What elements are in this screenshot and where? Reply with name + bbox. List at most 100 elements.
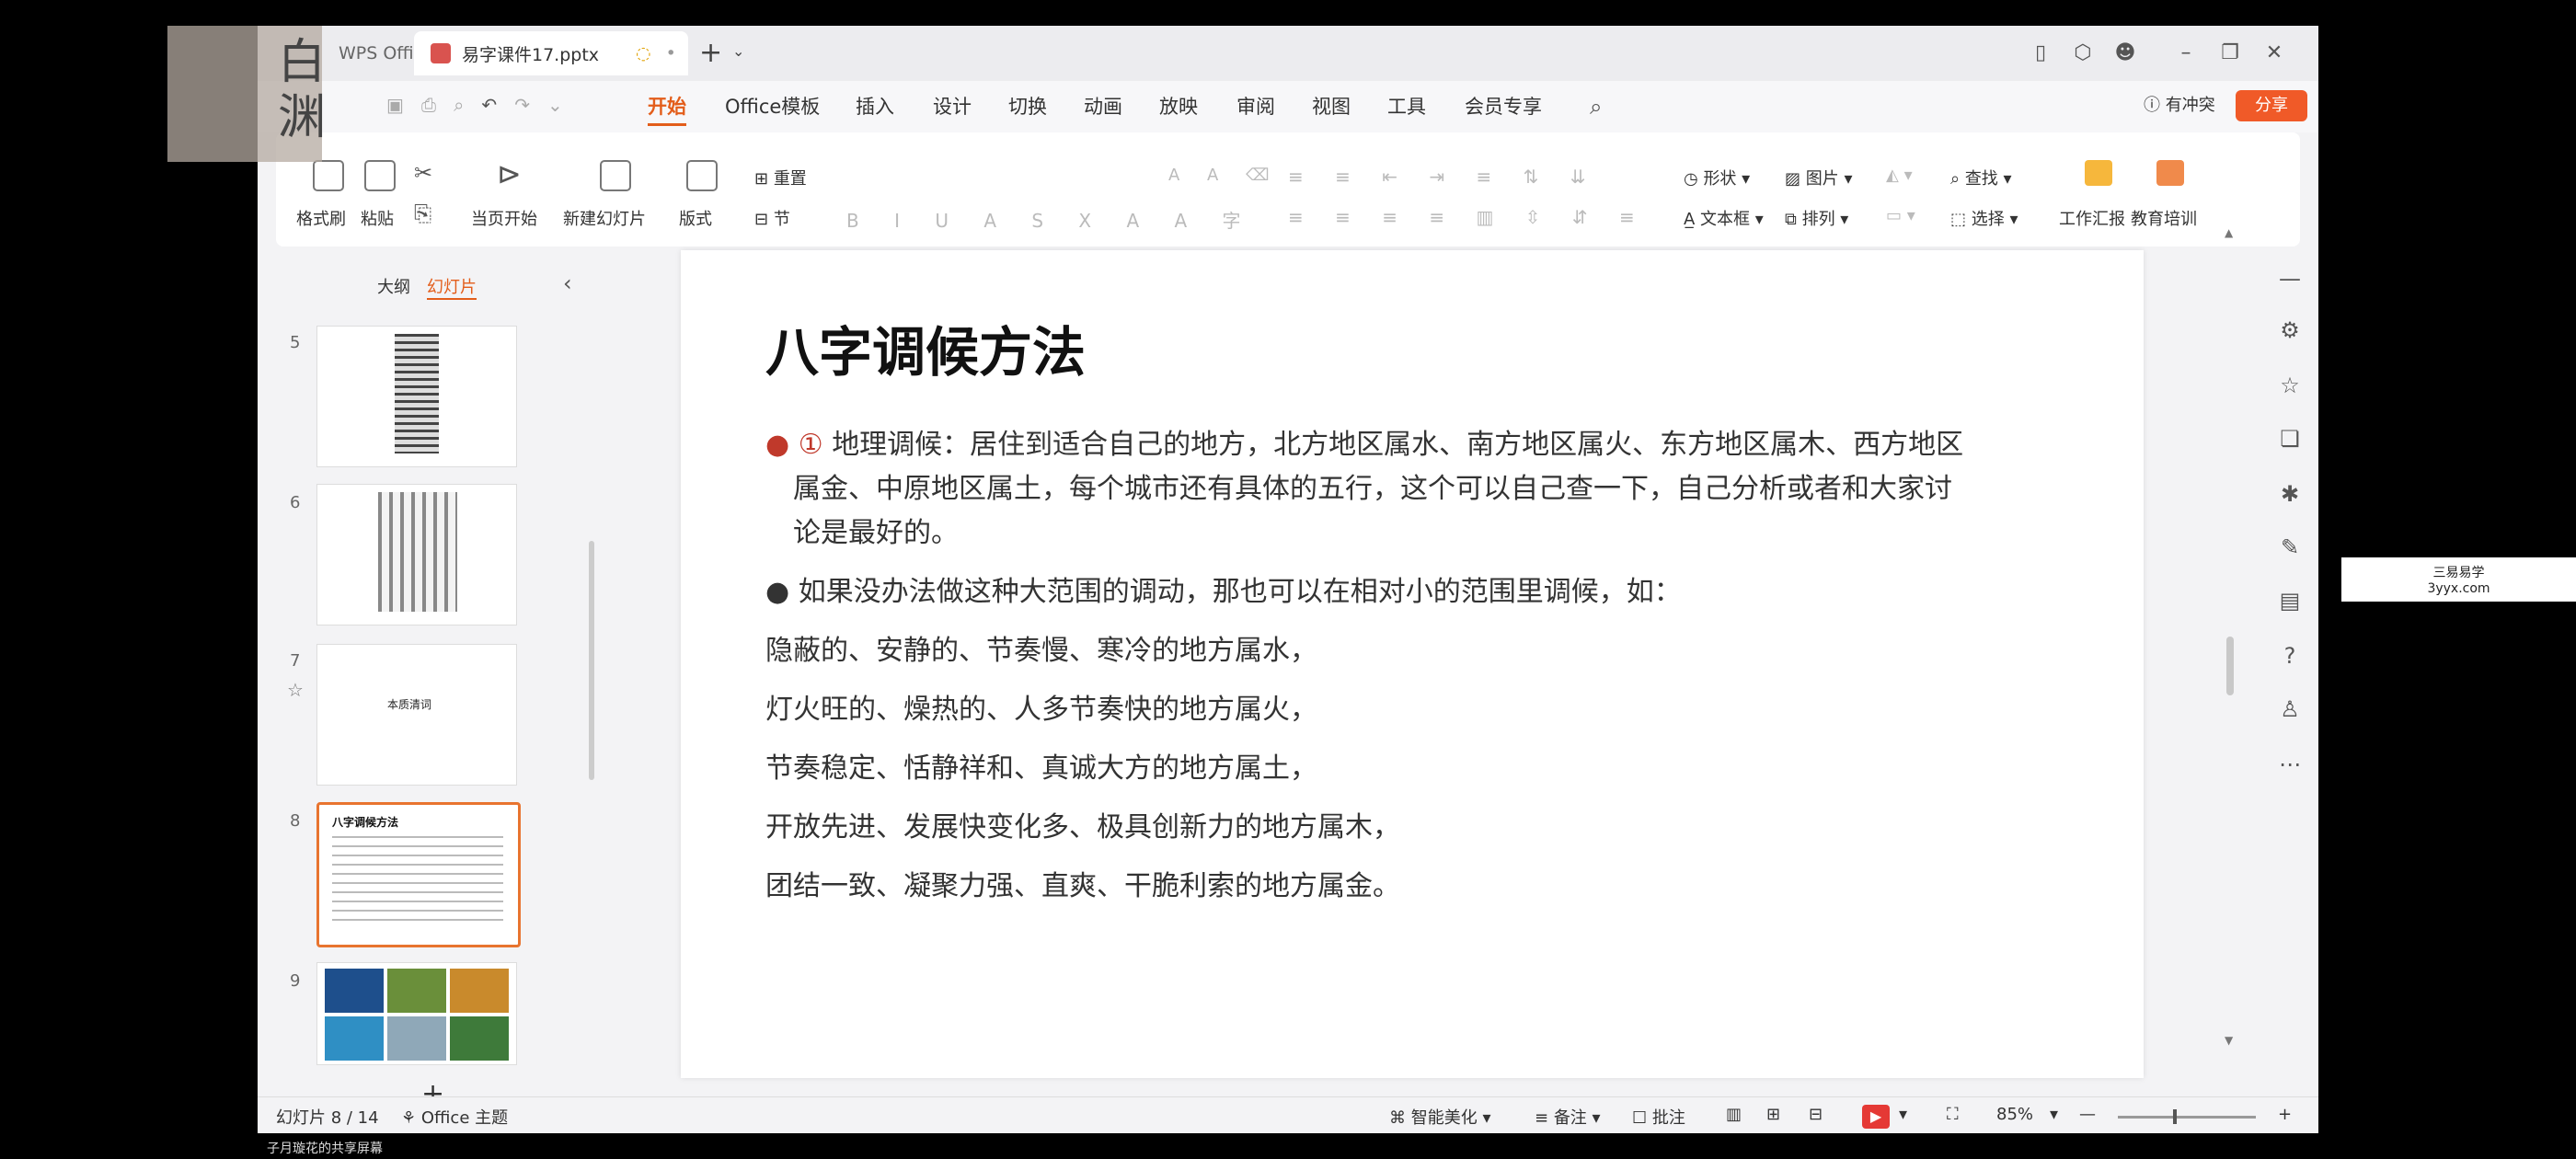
menu-transition[interactable]: 切换 <box>1008 90 1047 123</box>
section-button[interactable]: ⊟ 节 <box>754 206 790 230</box>
more-chevron-icon[interactable]: ⌄ <box>547 94 563 116</box>
layout-icon[interactable] <box>686 160 718 191</box>
star-icon[interactable]: ☆ <box>287 679 304 701</box>
menu-animation[interactable]: 动画 <box>1084 90 1122 123</box>
collapse-panel-icon[interactable]: ‹ <box>563 270 572 296</box>
body-line-earth[interactable]: 节奏稳定、恬静祥和、真诚大方的地方属土， <box>765 747 1317 791</box>
menu-membership[interactable]: 会员专享 <box>1465 90 1542 123</box>
menu-home[interactable]: 开始 <box>648 90 686 126</box>
menu-view[interactable]: 视图 <box>1312 90 1351 123</box>
body-line-wood[interactable]: 开放先进、发展快变化多、极具创新力的地方属木， <box>765 806 1400 850</box>
shape-button[interactable]: ◷ 形状 ▾ <box>1684 166 1750 189</box>
slide-thumbnail-7[interactable]: 本质清词 <box>316 644 517 786</box>
menu-slideshow[interactable]: 放映 <box>1159 90 1198 123</box>
tab-document[interactable]: 易字课件17.pptx ◌ • <box>414 31 688 75</box>
edu-training-icon[interactable] <box>2156 160 2184 186</box>
copy-icon[interactable]: ⎘ <box>414 201 431 226</box>
collapse-icon[interactable]: — <box>2276 265 2304 293</box>
tools-icon[interactable]: ✎ <box>2276 534 2304 561</box>
notes-button[interactable]: ≡ 备注 ▾ <box>1535 1105 1601 1129</box>
minimize-icon[interactable]: – <box>2171 39 2201 68</box>
undo-icon[interactable]: ↶ <box>481 94 497 116</box>
menu-review[interactable]: 审阅 <box>1236 90 1275 123</box>
slide-thumbnail-9[interactable] <box>316 962 517 1065</box>
work-report-button[interactable]: 工作汇报 <box>2059 206 2125 230</box>
chevron-down-icon[interactable]: ⌄ <box>732 42 744 60</box>
panel-scrollbar[interactable] <box>589 541 594 780</box>
fit-window-icon[interactable]: ⛶ <box>1947 1105 1959 1124</box>
tab-close-dot[interactable]: • <box>666 43 676 63</box>
zoom-out-button[interactable]: — <box>2079 1105 2096 1124</box>
menu-insert[interactable]: 插入 <box>856 90 894 123</box>
scroll-up-icon[interactable]: ▲ <box>2225 226 2233 239</box>
preview-icon[interactable]: ⌕ <box>454 94 464 116</box>
fill-icon[interactable]: ◭ ▾ <box>1886 166 1913 185</box>
restore-icon[interactable]: ❐ <box>2215 39 2245 68</box>
work-report-icon[interactable] <box>2085 160 2112 186</box>
zoom-slider[interactable] <box>2118 1116 2256 1119</box>
beautify-button[interactable]: ⌘ 智能美化 ▾ <box>1389 1105 1491 1129</box>
play-from-current-button[interactable]: 当页开始 <box>471 206 537 230</box>
slide-thumbnail-5[interactable] <box>316 326 517 467</box>
cube-icon[interactable]: ⬡ <box>2068 39 2098 68</box>
book-icon[interactable]: ▤ <box>2276 587 2304 614</box>
new-slide-icon[interactable] <box>600 160 631 191</box>
menu-office-templates[interactable]: Office模板 <box>725 90 820 123</box>
edu-training-button[interactable]: 教育培训 <box>2131 206 2197 230</box>
picture-button[interactable]: ▨ 图片 ▾ <box>1785 166 1853 189</box>
print-icon[interactable]: ⎙ <box>421 94 436 116</box>
copy-pages-icon[interactable]: ❏ <box>2276 425 2304 453</box>
play-circle-icon[interactable]: ⊳ <box>497 156 522 191</box>
format-brush-button[interactable]: 格式刷 <box>296 206 346 230</box>
scroll-down-icon[interactable]: ▼ <box>2225 1034 2233 1047</box>
slide-thumbnail-8[interactable]: 八字调候方法 <box>316 802 521 947</box>
sorter-view-icon[interactable]: ⊞ <box>1766 1105 1780 1124</box>
bullet-1-line2[interactable]: 属金、中原地区属土，每个城市还有具体的五行，这个可以自己查一下，自己分析或者和大… <box>793 467 1952 511</box>
star-icon[interactable]: ☆ <box>2276 372 2304 399</box>
reading-view-icon[interactable]: ⊟ <box>1809 1105 1823 1124</box>
settings-sliders-icon[interactable]: ⚙ <box>2276 316 2304 344</box>
share-button[interactable]: 分享 <box>2236 90 2307 121</box>
help-icon[interactable]: ? <box>2276 642 2304 670</box>
cut-icon[interactable]: ✂ <box>414 160 432 186</box>
select-button[interactable]: ⬚ 选择 ▾ <box>1950 206 2018 230</box>
slide-title[interactable]: 八字调候方法 <box>765 309 1086 386</box>
animation-icon[interactable]: ✱ <box>2276 480 2304 508</box>
layout-button[interactable]: 版式 <box>679 206 712 230</box>
slide-canvas[interactable]: 八字调候方法 ● ① 地理调候：居住到适合自己的地方，北方地区属水、南方地区属火… <box>681 250 2144 1078</box>
user-avatar-icon[interactable]: ☻ <box>2110 39 2140 68</box>
shirt-icon[interactable]: ♙ <box>2276 695 2304 723</box>
comments-button[interactable]: ☐ 批注 <box>1632 1105 1685 1129</box>
menu-design[interactable]: 设计 <box>933 90 972 123</box>
body-line-water[interactable]: 隐蔽的、安静的、节奏慢、寒冷的地方属水， <box>765 629 1317 673</box>
paste-icon[interactable] <box>364 160 396 191</box>
zoom-slider-handle[interactable] <box>2173 1109 2177 1124</box>
close-icon[interactable]: ✕ <box>2260 39 2289 68</box>
tab-sync-icon[interactable]: ◌ <box>636 43 651 63</box>
zoom-in-button[interactable]: + <box>2278 1105 2292 1124</box>
body-line-metal[interactable]: 团结一致、凝聚力强、直爽、干脆利索的地方属金。 <box>765 865 1400 909</box>
play-slideshow-button[interactable]: ▶ <box>1862 1105 1890 1129</box>
canvas-scrollbar[interactable] <box>2226 637 2234 695</box>
tab-outline[interactable]: 大纲 <box>377 274 410 298</box>
more-icon[interactable]: ⋯ <box>2276 751 2304 778</box>
zoom-level[interactable]: 85% <box>1996 1105 2033 1124</box>
save-icon[interactable]: ▣ <box>386 94 404 116</box>
bullet-1[interactable]: ● ① 地理调候：居住到适合自己的地方，北方地区属水、南方地区属火、东方地区属木… <box>765 423 2072 467</box>
menu-tools[interactable]: 工具 <box>1387 90 1426 123</box>
outline-icon[interactable]: ▭ ▾ <box>1886 206 1915 225</box>
theme-button[interactable]: ⚘ Office 主题 <box>401 1105 508 1129</box>
zoom-chevron-icon[interactable]: ▾ <box>2050 1105 2058 1124</box>
paste-button[interactable]: 粘贴 <box>361 206 394 230</box>
bullet-2[interactable]: ● 如果没办法做这种大范围的调动，那也可以在相对小的范围里调候，如： <box>765 570 1682 614</box>
format-brush-icon[interactable] <box>313 160 344 191</box>
textbox-button[interactable]: A̲ 文本框 ▾ <box>1684 206 1764 230</box>
body-line-fire[interactable]: 灯火旺的、燥热的、人多节奏快的地方属火， <box>765 688 1317 732</box>
new-tab-button[interactable]: + <box>699 37 722 69</box>
bullet-1-line3[interactable]: 论是最好的。 <box>793 511 959 556</box>
normal-view-icon[interactable]: ▥ <box>1726 1105 1742 1124</box>
new-slide-button[interactable]: 新建幻灯片 <box>563 206 646 230</box>
conflict-indicator[interactable]: ⓘ 有冲突 <box>2144 92 2215 116</box>
tab-slides[interactable]: 幻灯片 <box>427 274 477 300</box>
find-button[interactable]: ⌕ 查找 ▾ <box>1950 166 2012 189</box>
